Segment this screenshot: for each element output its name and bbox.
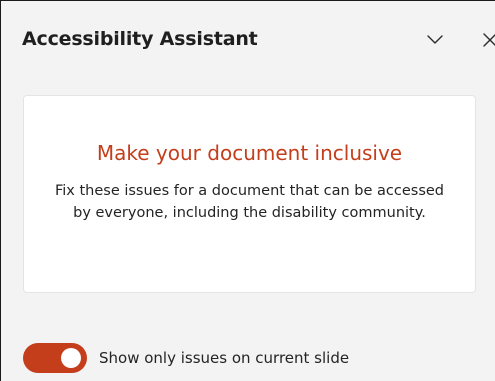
close-icon bbox=[481, 31, 495, 53]
close-pane-button[interactable] bbox=[475, 27, 495, 57]
current-slide-toggle-row[interactable]: Show only issues on current slide bbox=[23, 343, 349, 373]
accessibility-assistant-pane: Accessibility Assistant Make your docume… bbox=[0, 0, 495, 381]
current-slide-toggle[interactable] bbox=[23, 343, 87, 373]
toggle-knob bbox=[61, 348, 81, 368]
collapse-pane-button[interactable] bbox=[420, 27, 450, 57]
chevron-down-icon bbox=[425, 30, 445, 54]
inclusive-document-card: Make your document inclusive Fix these i… bbox=[23, 95, 476, 293]
pane-title: Accessibility Assistant bbox=[22, 28, 258, 50]
toggle-label: Show only issues on current slide bbox=[99, 349, 350, 367]
card-title: Make your document inclusive bbox=[96, 141, 403, 165]
pane-header: Accessibility Assistant bbox=[1, 1, 495, 85]
card-description: Fix these issues for a document that can… bbox=[54, 183, 445, 221]
